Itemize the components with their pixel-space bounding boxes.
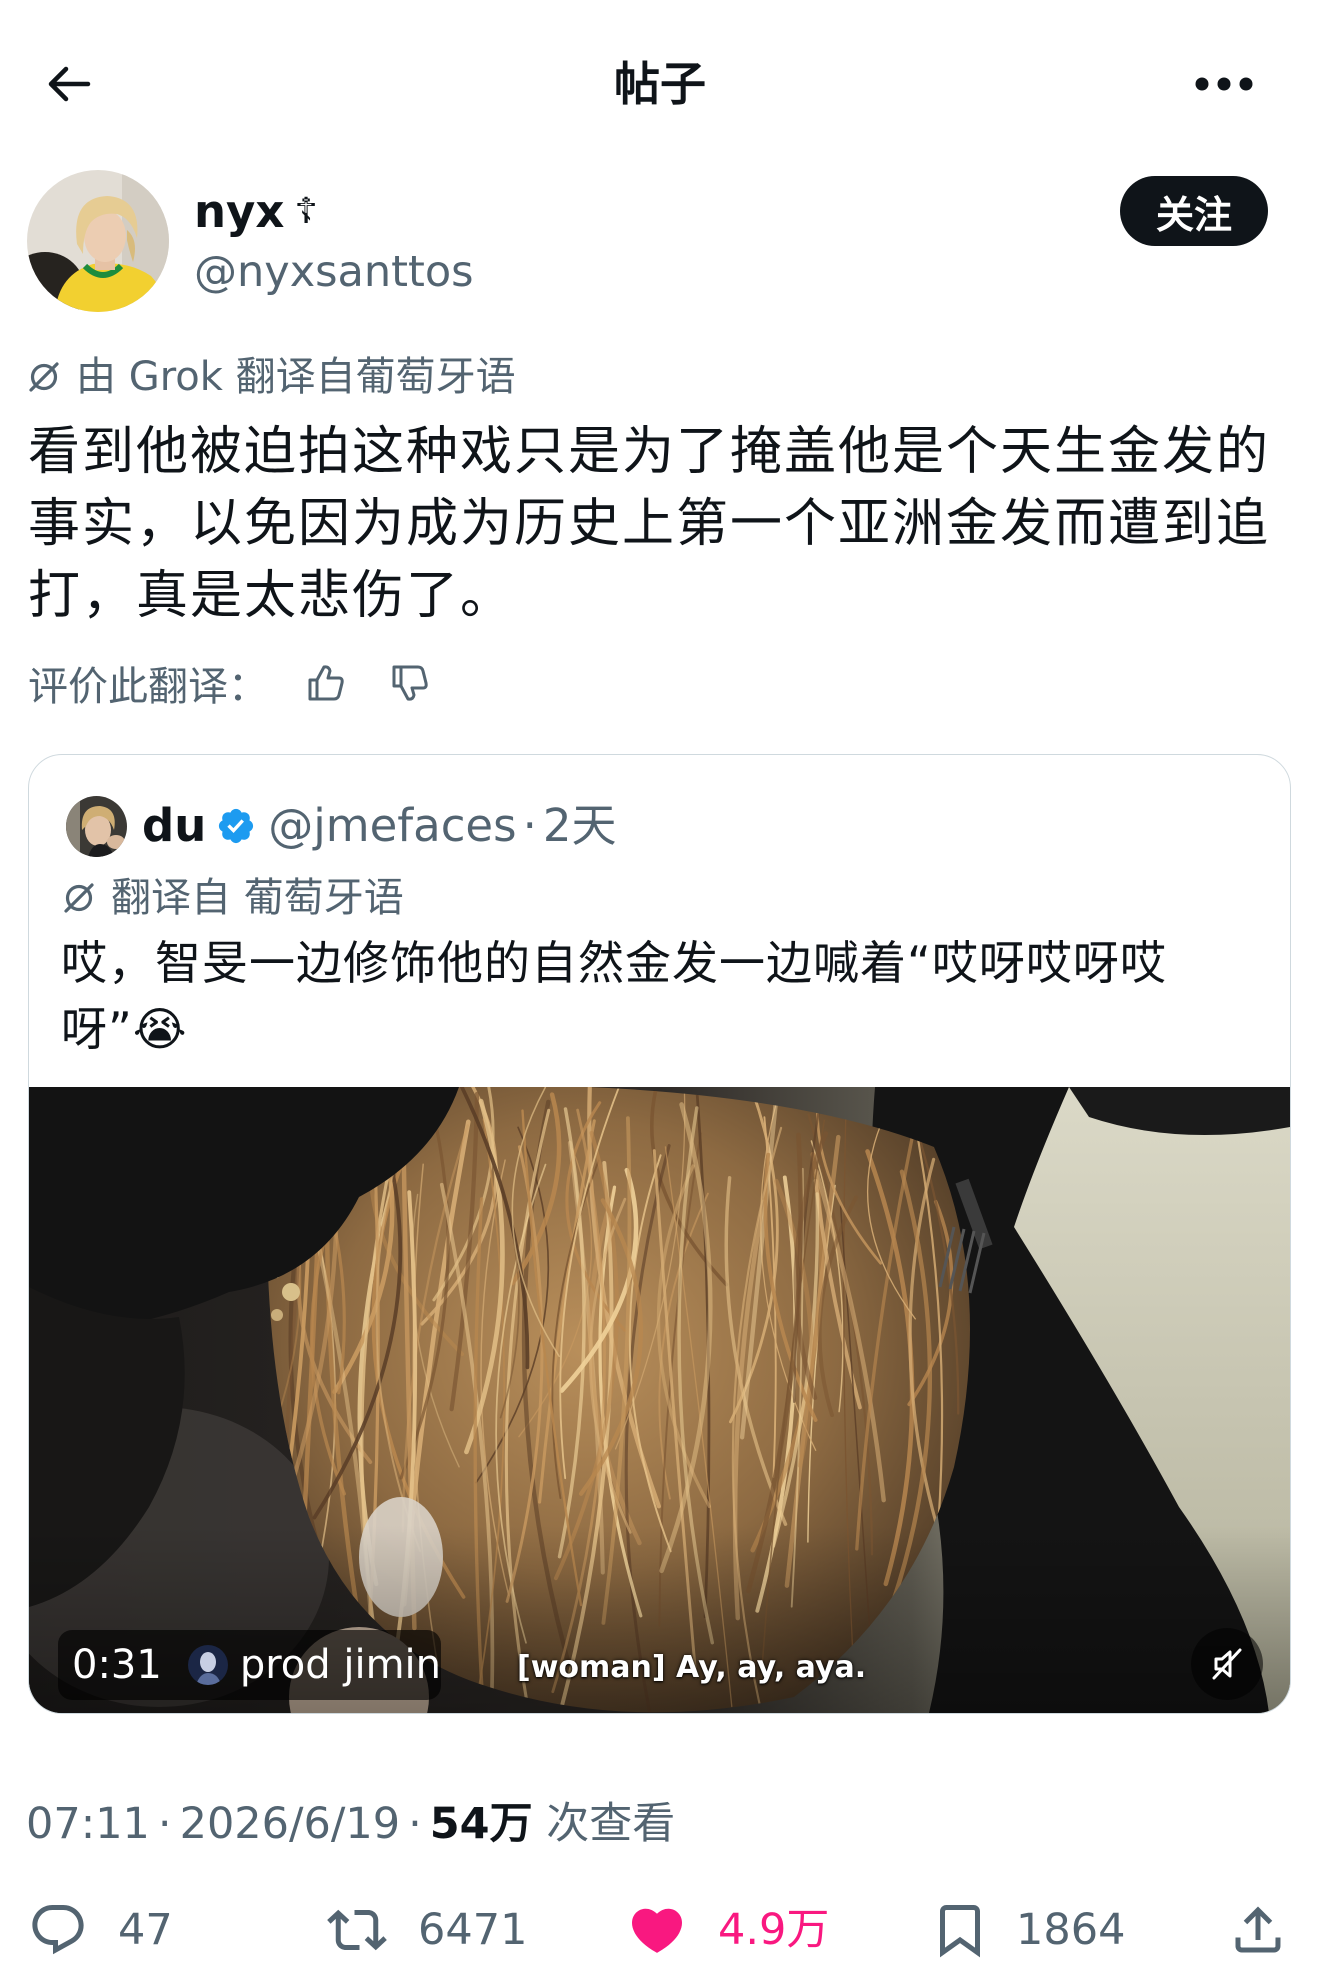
post-date: 2026/6/19 <box>179 1799 401 1849</box>
video-player[interactable]: 0:31 prod jimin [woman] Ay, ay, aya. <box>29 1087 1290 1713</box>
post-time: 07:11 <box>26 1799 150 1849</box>
quoted-translation-note: 翻译自 葡萄牙语 <box>61 873 404 923</box>
author-name-symbol: ☦ <box>294 191 318 232</box>
repost-count: 6471 <box>418 1905 528 1955</box>
view-count-label: 次查看 <box>546 1799 676 1849</box>
post-text: 看到他被迫拍这种戏只是为了掩盖他是个天生金发的事实，以免因为成为历史上第一个亚洲… <box>28 422 1271 626</box>
author-name-row[interactable]: nyx ☦ <box>194 184 318 244</box>
translation-note-text: 由 Grok 翻译自葡萄牙语 <box>76 354 516 400</box>
attribution-avatar-image <box>187 1645 228 1685</box>
grok-icon <box>29 362 59 392</box>
attribution-avatar <box>187 1645 228 1685</box>
rate-translation-row: 评价此翻译： <box>28 658 432 710</box>
video-attribution[interactable]: prod jimin <box>240 1642 441 1688</box>
reply-count: 47 <box>118 1905 173 1955</box>
follow-button[interactable]: 关注 <box>1120 176 1268 246</box>
author-handle[interactable]: @nyxsanttos <box>194 244 474 300</box>
author-avatar-image <box>27 170 169 312</box>
rate-translation-label: 评价此翻译： <box>28 664 268 710</box>
quoted-author-name[interactable]: du <box>142 795 206 857</box>
page-title: 帖子 <box>614 57 706 111</box>
separator-dot: · <box>408 1799 422 1849</box>
mute-toggle-button[interactable] <box>1191 1628 1263 1700</box>
view-count[interactable]: 54万 <box>430 1799 533 1849</box>
thumbs-up-icon[interactable] <box>304 661 348 705</box>
video-subtitle: [woman] Ay, ay, aya. <box>517 1650 867 1685</box>
thumbs-down-icon[interactable] <box>388 661 432 705</box>
quoted-author-handle[interactable]: @jmefaces <box>268 795 516 857</box>
repost-icon[interactable] <box>327 1900 387 1960</box>
quoted-translation-note-text: 翻译自 葡萄牙语 <box>111 875 404 921</box>
post-meta: 07:11 · 2026/6/19 · 54万 次查看 <box>26 1796 675 1852</box>
share-icon[interactable] <box>1228 1900 1288 1960</box>
video-time-badge: 0:31 prod jimin <box>58 1630 441 1700</box>
quoted-author-avatar-image <box>66 795 127 857</box>
separator-dot: · <box>157 1799 172 1849</box>
bookmark-count: 1864 <box>1016 1905 1126 1955</box>
video-frame-image <box>29 1087 1290 1713</box>
quoted-post-card[interactable]: du @jmefaces · 2天 翻译自 葡萄牙语 哎，智旻一边修饰他的自然金… <box>28 754 1291 1714</box>
quoted-post-age: 2天 <box>542 799 617 852</box>
verified-badge-icon <box>219 808 254 844</box>
like-count: 4.9万 <box>718 1905 830 1955</box>
volume-muted-icon <box>1212 1648 1242 1680</box>
reply-icon[interactable] <box>28 1900 88 1960</box>
quoted-post-text: 哎，智旻一边修饰他的自然金发一边喊着“哎呀哎呀哎呀”😭 <box>61 936 1167 1056</box>
grok-icon <box>64 883 94 913</box>
heart-icon[interactable] <box>627 1900 687 1960</box>
quoted-author-avatar[interactable] <box>66 795 127 857</box>
author-name[interactable]: nyx <box>194 185 284 238</box>
author-avatar[interactable] <box>27 170 169 312</box>
more-options-icon[interactable] <box>1192 68 1256 100</box>
translation-note: 由 Grok 翻译自葡萄牙语 <box>26 352 516 402</box>
quoted-post-header: du @jmefaces · 2天 <box>66 795 617 857</box>
video-duration: 0:31 <box>72 1642 162 1688</box>
separator-dot: · <box>522 799 537 852</box>
bookmark-icon[interactable] <box>930 1900 990 1960</box>
